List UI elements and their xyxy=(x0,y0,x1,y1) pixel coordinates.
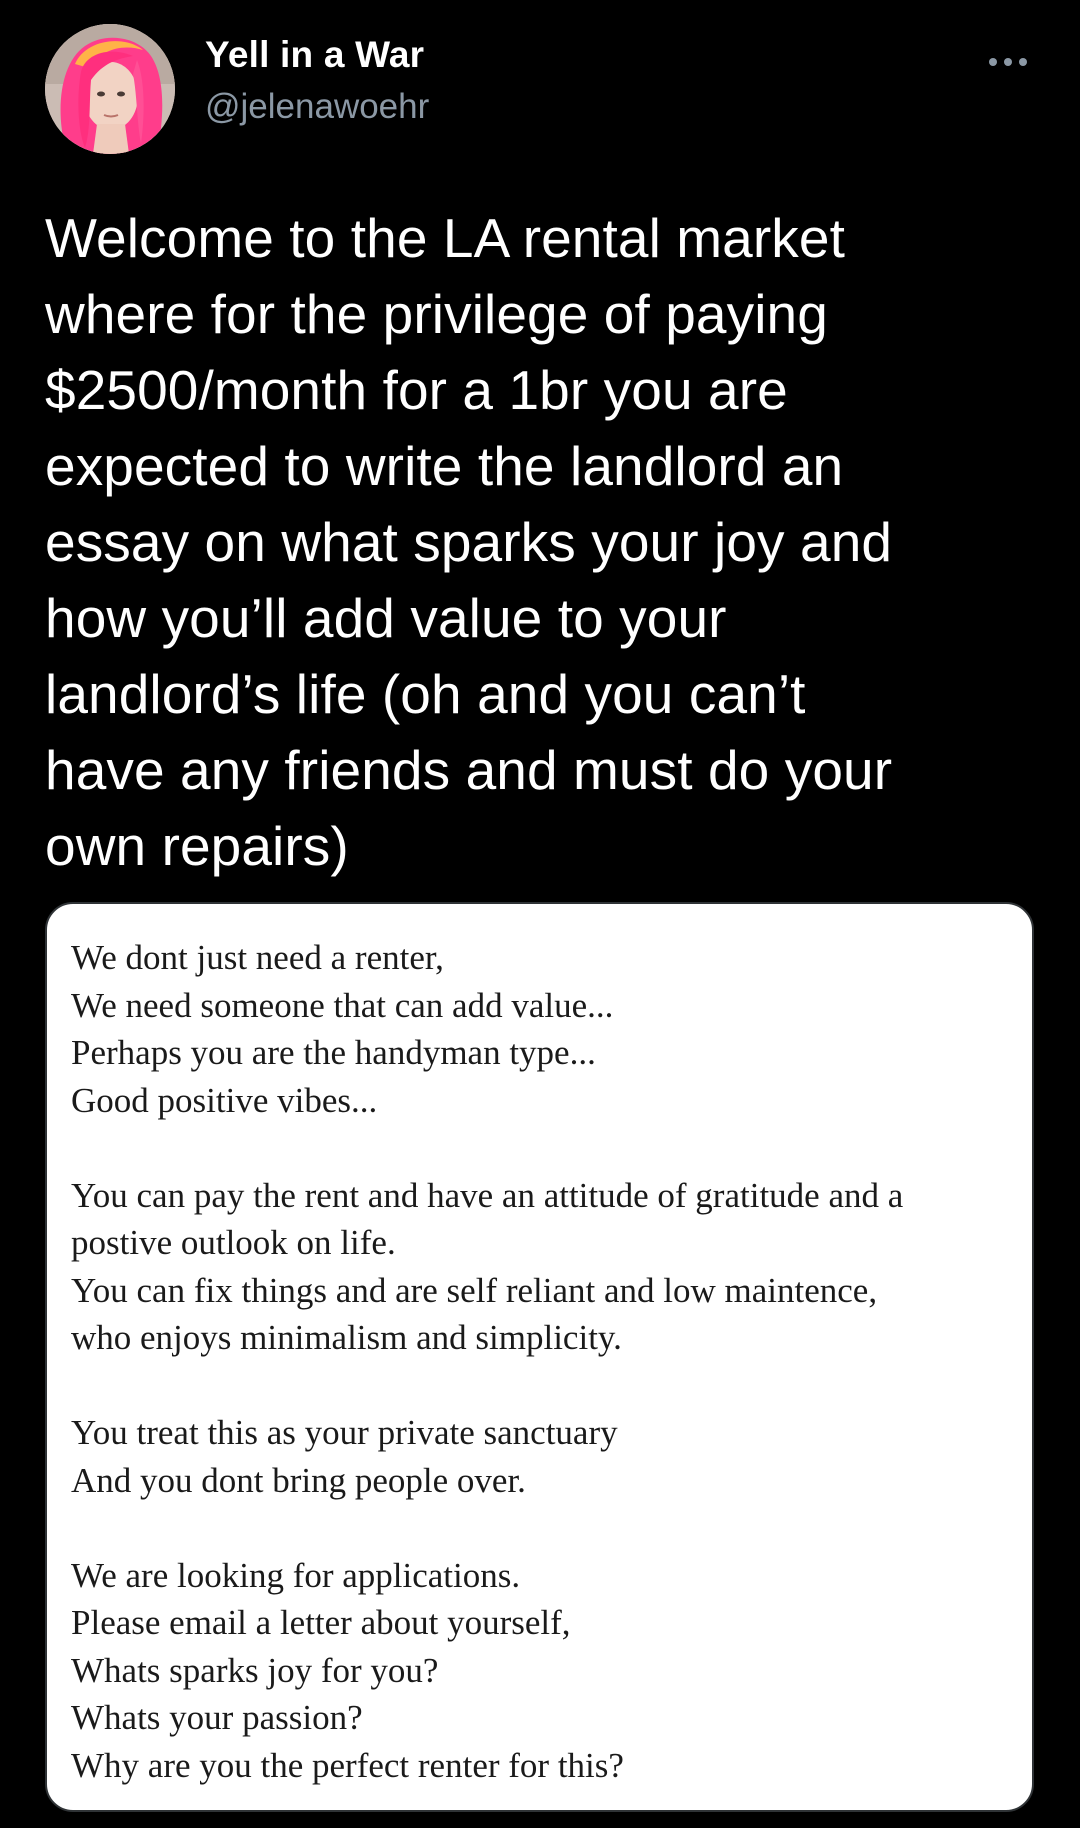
tweet-media-image[interactable]: We dont just need a renter, We need someo… xyxy=(45,902,1034,1812)
tweet: Yell in a War @jelenawoehr Welcome to th… xyxy=(0,0,1080,1828)
letter-line: Whats your passion? xyxy=(71,1698,363,1737)
profile-photo-icon xyxy=(45,24,175,154)
letter-paragraph: You can pay the rent and have an attitud… xyxy=(71,1172,1011,1362)
letter-line: Perhaps you are the handyman type... xyxy=(71,1033,596,1072)
letter-line: We dont just need a renter, xyxy=(71,938,444,977)
letter-paragraph: We are looking for applications. Please e… xyxy=(71,1552,1011,1790)
letter-line: We need someone that can add value... xyxy=(71,985,614,1025)
author-handle[interactable]: @jelenawoehr xyxy=(205,84,429,130)
letter-line: You can pay the rent and have an attitud… xyxy=(71,1175,904,1215)
letter-line: Good positive vibes... xyxy=(71,1080,378,1120)
letter-line: postive outlook on life. xyxy=(71,1223,396,1262)
tweet-header: Yell in a War @jelenawoehr xyxy=(45,24,1035,160)
author-names: Yell in a War @jelenawoehr xyxy=(205,32,429,130)
letter-line: You treat this as your private sanctuary xyxy=(71,1413,618,1452)
letter-line: We are looking for applications. xyxy=(71,1555,521,1595)
letter-line: You can fix things and are self reliant … xyxy=(71,1270,878,1310)
author-display-name[interactable]: Yell in a War xyxy=(205,32,429,78)
letter-line: who enjoys minimalism and simplicity. xyxy=(71,1318,622,1357)
letter-line: And you dont bring people over. xyxy=(71,1460,526,1500)
letter-line: Please email a letter about yourself, xyxy=(71,1603,571,1642)
tweet-text: Welcome to the LA rental market where fo… xyxy=(45,207,893,877)
more-options-button[interactable] xyxy=(986,52,1030,72)
more-horizontal-icon xyxy=(989,58,1027,66)
avatar[interactable] xyxy=(45,24,175,154)
landlord-letter: We dont just need a renter, We need someo… xyxy=(71,934,1011,1789)
letter-line: Whats sparks joy for you? xyxy=(71,1650,439,1690)
letter-line: Why are you the perfect renter for this? xyxy=(71,1745,624,1785)
letter-paragraph: You treat this as your private sanctuary… xyxy=(71,1409,1011,1504)
letter-paragraph: We dont just need a renter, We need someo… xyxy=(71,934,1011,1124)
